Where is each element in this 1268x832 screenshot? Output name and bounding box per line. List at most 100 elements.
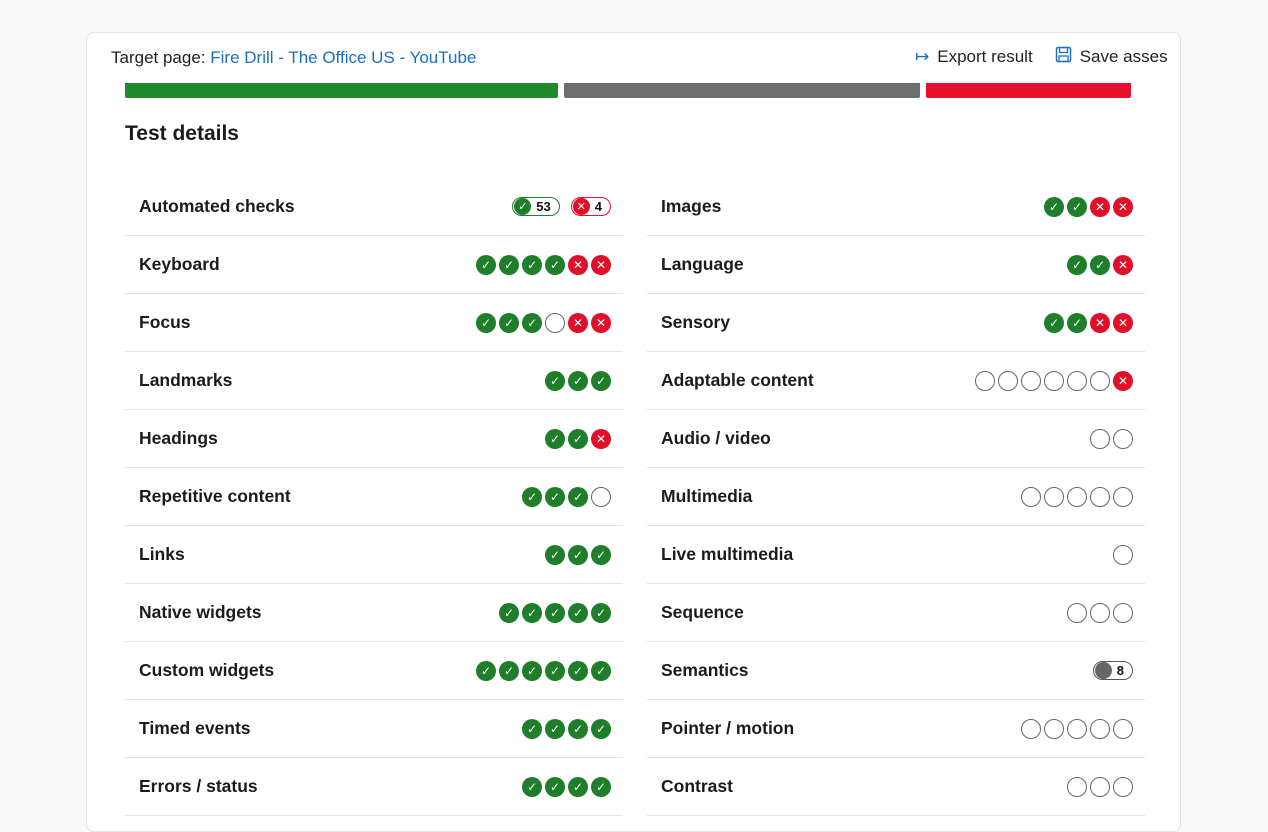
pass-check-icon: ✓ — [1067, 254, 1087, 275]
status-icons: ✓ ✓ ✕ ✕ — [1044, 312, 1133, 333]
test-name: Multimedia — [661, 486, 753, 506]
command-bar: Target page: Fire Drill - The Office US … — [87, 33, 1180, 83]
fail-cross-icon: ✕ — [1113, 254, 1133, 275]
status-icons: ✓ ✓ ✓ — [545, 544, 611, 565]
pass-check-icon: ✓ — [568, 776, 588, 797]
status-icons — [1067, 602, 1133, 623]
incomplete-circle-icon — [1044, 486, 1064, 507]
test-row-multimedia[interactable]: Multimedia — [647, 468, 1145, 526]
fail-cross-icon: ✕ — [568, 254, 588, 275]
test-name: Headings — [139, 428, 218, 448]
status-icons: ✓ ✓ ✓ ✓ ✓ ✓ — [476, 660, 611, 681]
badge-count: 8 — [1116, 663, 1124, 678]
save-disk-icon — [1055, 46, 1072, 68]
pass-check-icon: ✓ — [591, 718, 611, 739]
incomplete-circle-icon — [1021, 370, 1041, 391]
test-row-automated-checks[interactable]: Automated checks ✓ 53 ✕ 4 — [125, 178, 623, 236]
test-name: Keyboard — [139, 254, 220, 274]
test-row-sequence[interactable]: Sequence — [647, 584, 1145, 642]
test-row-live-multimedia[interactable]: Live multimedia — [647, 526, 1145, 584]
incomplete-circle-icon — [1067, 370, 1087, 391]
incomplete-circle-icon — [1021, 486, 1041, 507]
status-icons: ✓ ✓ ✕ — [545, 428, 611, 449]
pass-check-icon: ✓ — [476, 254, 496, 275]
test-name: Sequence — [661, 602, 744, 622]
target-page-info: Target page: Fire Drill - The Office US … — [111, 48, 476, 68]
incomplete-circle-icon — [1090, 718, 1110, 739]
test-row-sensory[interactable]: Sensory ✓ ✓ ✕ ✕ — [647, 294, 1145, 352]
test-name: Pointer / motion — [661, 718, 795, 738]
pass-check-icon: ✓ — [522, 254, 542, 275]
pass-check-icon: ✓ — [476, 312, 496, 333]
incomplete-circle-icon — [1090, 370, 1110, 391]
pass-check-icon: ✓ — [568, 486, 588, 507]
test-row-landmarks[interactable]: Landmarks ✓ ✓ ✓ — [125, 352, 623, 410]
test-row-focus[interactable]: Focus ✓ ✓ ✓ ✕ ✕ — [125, 294, 623, 352]
status-icons — [1021, 718, 1133, 739]
pass-check-icon: ✓ — [568, 602, 588, 623]
command-actions: ↦ Export result Save asses — [915, 46, 1168, 68]
incomplete-circle-icon — [1113, 486, 1133, 507]
test-row-headings[interactable]: Headings ✓ ✓ ✕ — [125, 410, 623, 468]
status-icons: ✓ ✓ ✕ ✕ — [1044, 196, 1133, 217]
pass-check-icon: ✓ — [476, 660, 496, 681]
pass-check-icon: ✓ — [1067, 196, 1087, 217]
export-result-button[interactable]: ↦ Export result — [915, 46, 1033, 68]
incomplete-circle-icon — [998, 370, 1018, 391]
pass-check-icon: ✓ — [545, 428, 565, 449]
incomplete-circle-icon — [1113, 776, 1133, 797]
test-row-native-widgets[interactable]: Native widgets ✓ ✓ ✓ ✓ ✓ — [125, 584, 623, 642]
save-assessment-button[interactable]: Save asses — [1055, 46, 1168, 68]
pass-check-icon: ✓ — [568, 718, 588, 739]
check-icon: ✓ — [514, 198, 532, 215]
incomplete-circle-icon — [1021, 718, 1041, 739]
test-row-keyboard[interactable]: Keyboard ✓ ✓ ✓ ✓ ✕ ✕ — [125, 236, 623, 294]
badge-count: 4 — [594, 199, 602, 214]
incomplete-circle-icon — [591, 486, 611, 507]
incomplete-circle-icon — [1067, 602, 1087, 623]
test-name: Focus — [139, 312, 191, 332]
test-name: Adaptable content — [661, 370, 814, 390]
pass-check-icon: ✓ — [591, 370, 611, 391]
test-row-custom-widgets[interactable]: Custom widgets ✓ ✓ ✓ ✓ ✓ ✓ — [125, 642, 623, 700]
fail-cross-icon: ✕ — [591, 254, 611, 275]
fail-cross-icon: ✕ — [591, 428, 611, 449]
fail-cross-icon: ✕ — [1113, 312, 1133, 333]
export-result-label: Export result — [937, 47, 1033, 66]
test-row-semantics[interactable]: Semantics 8 — [647, 642, 1145, 700]
incomplete-circle-icon — [1044, 718, 1064, 739]
pass-check-icon: ✓ — [591, 660, 611, 681]
incomplete-circle-icon — [1090, 776, 1110, 797]
pass-check-icon: ✓ — [499, 254, 519, 275]
test-row-contrast[interactable]: Contrast — [647, 758, 1145, 816]
test-row-errors-status[interactable]: Errors / status ✓ ✓ ✓ ✓ — [125, 758, 623, 816]
incomplete-circle-icon — [1090, 428, 1110, 449]
test-name: Landmarks — [139, 370, 233, 390]
test-name: Contrast — [661, 776, 733, 796]
target-page-link[interactable]: Fire Drill - The Office US - YouTube — [210, 48, 476, 67]
test-row-language[interactable]: Language ✓ ✓ ✕ — [647, 236, 1145, 294]
test-row-repetitive-content[interactable]: Repetitive content ✓ ✓ ✓ — [125, 468, 623, 526]
test-row-images[interactable]: Images ✓ ✓ ✕ ✕ — [647, 178, 1145, 236]
pass-check-icon: ✓ — [568, 544, 588, 565]
pass-check-icon: ✓ — [568, 660, 588, 681]
status-icons — [1067, 776, 1133, 797]
test-row-pointer-motion[interactable]: Pointer / motion — [647, 700, 1145, 758]
test-row-links[interactable]: Links ✓ ✓ ✓ — [125, 526, 623, 584]
pass-check-icon: ✓ — [522, 312, 542, 333]
incomplete-circle-icon — [545, 312, 565, 333]
test-name: Repetitive content — [139, 486, 291, 506]
incomplete-circle-icon — [1113, 428, 1133, 449]
summary-segment-incomplete — [564, 83, 920, 98]
incomplete-circle-icon — [1067, 486, 1087, 507]
pass-check-icon: ✓ — [545, 370, 565, 391]
test-row-adaptable-content[interactable]: Adaptable content ✕ — [647, 352, 1145, 410]
incomplete-circle-icon — [1044, 370, 1064, 391]
pass-check-icon: ✓ — [1044, 196, 1064, 217]
pass-check-icon: ✓ — [545, 602, 565, 623]
pass-check-icon: ✓ — [522, 602, 542, 623]
test-row-audio-video[interactable]: Audio / video — [647, 410, 1145, 468]
test-row-timed-events[interactable]: Timed events ✓ ✓ ✓ ✓ — [125, 700, 623, 758]
pass-check-icon: ✓ — [1044, 312, 1064, 333]
test-name: Language — [661, 254, 744, 274]
